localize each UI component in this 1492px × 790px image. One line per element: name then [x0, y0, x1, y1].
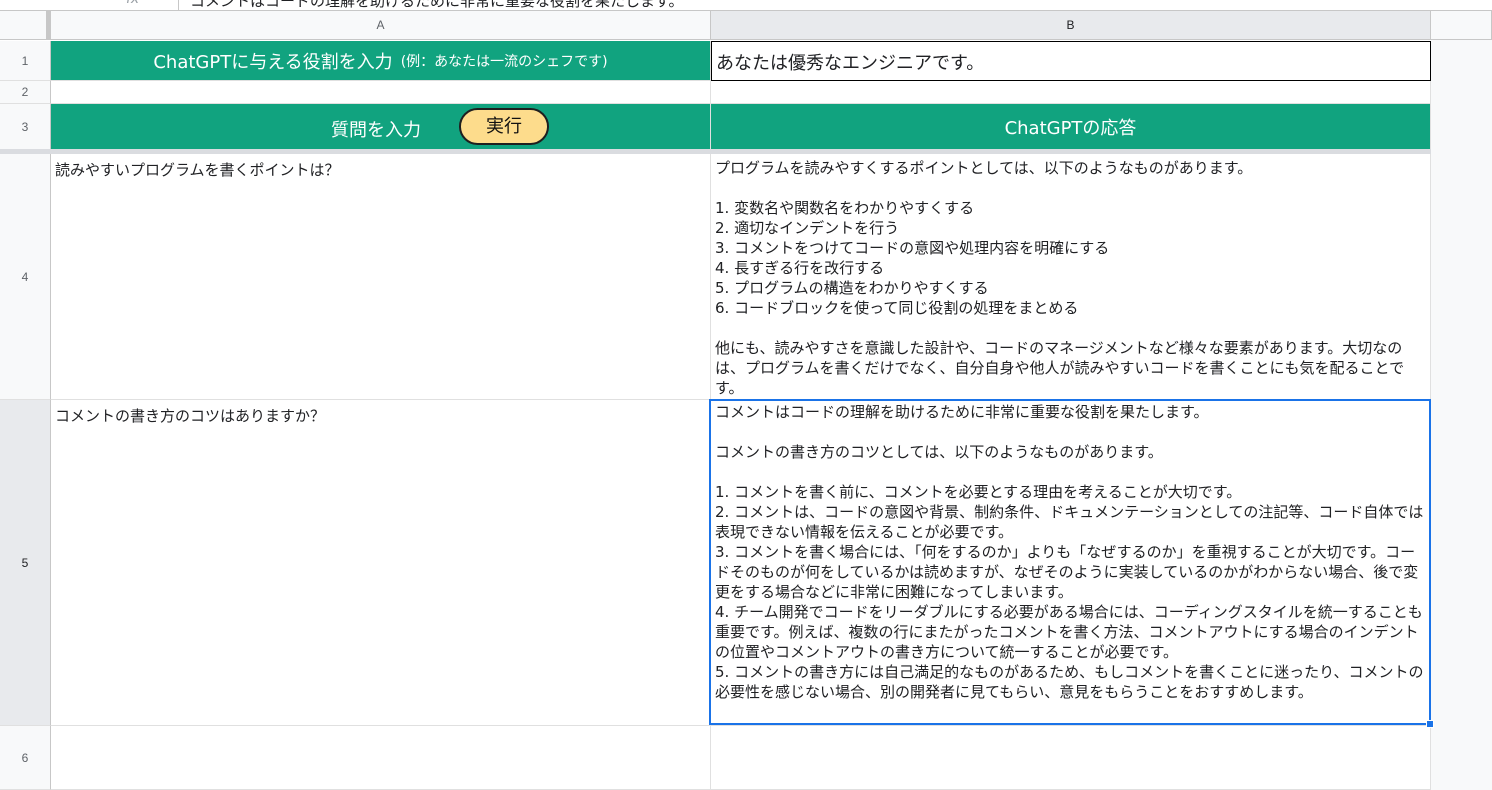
- cell-a1-role-label[interactable]: ChatGPTに与える役割を入力 (例：あなたは一流のシェフです): [51, 41, 711, 81]
- cell-b1-role-input[interactable]: あなたは優秀なエンジニアです。: [711, 41, 1431, 81]
- formula-content[interactable]: コメントはコードの理解を助けるために非常に重要な役割を果たします。: [190, 0, 684, 10]
- select-all-corner[interactable]: [0, 11, 51, 40]
- question-header-label: 質問を入力: [331, 120, 421, 141]
- cell-a6[interactable]: [51, 726, 711, 790]
- column-header-a[interactable]: A: [51, 11, 711, 40]
- role-label: ChatGPTに与える役割を入力: [153, 51, 393, 73]
- fill-handle[interactable]: [1426, 720, 1434, 728]
- cell-b3-response-header[interactable]: ChatGPTの応答: [711, 104, 1431, 150]
- cell-a5-question[interactable]: コメントの書き方のコツはありますか？: [51, 400, 711, 726]
- cell-a3-question-header[interactable]: 質問を入力 実行: [51, 104, 711, 150]
- cell-b2[interactable]: [711, 81, 1431, 104]
- row-header-1[interactable]: 1: [0, 41, 51, 81]
- cell-b5-response[interactable]: コメントはコードの理解を助けるために非常に重要な役割を果たします。 コメントの書…: [711, 400, 1431, 726]
- run-button[interactable]: 実行: [459, 108, 549, 145]
- formula-bar[interactable]: fx コメントはコードの理解を助けるために非常に重要な役割を果たします。: [0, 0, 1492, 11]
- column-header-empty: [1431, 11, 1492, 40]
- cell-a2[interactable]: [51, 81, 711, 104]
- column-header-b[interactable]: B: [711, 11, 1431, 40]
- cell-a4-question[interactable]: 読みやすいプログラムを書くポイントは？: [51, 154, 711, 400]
- fx-icon: fx: [126, 0, 139, 7]
- sheet-right-gutter: [1431, 40, 1492, 790]
- row-header-5[interactable]: 5: [0, 400, 51, 726]
- row-header-4[interactable]: 4: [0, 154, 51, 400]
- row-header-6[interactable]: 6: [0, 726, 51, 790]
- formula-divider: [178, 0, 179, 10]
- cell-b4-response[interactable]: プログラムを読みやすくするポイントとしては、以下のようなものがあります。 1. …: [711, 154, 1431, 400]
- row-header-2[interactable]: 2: [0, 81, 51, 104]
- role-example: (例：あなたは一流のシェフです): [400, 53, 608, 70]
- cell-b6[interactable]: [711, 726, 1431, 790]
- row-header-3[interactable]: 3: [0, 104, 51, 150]
